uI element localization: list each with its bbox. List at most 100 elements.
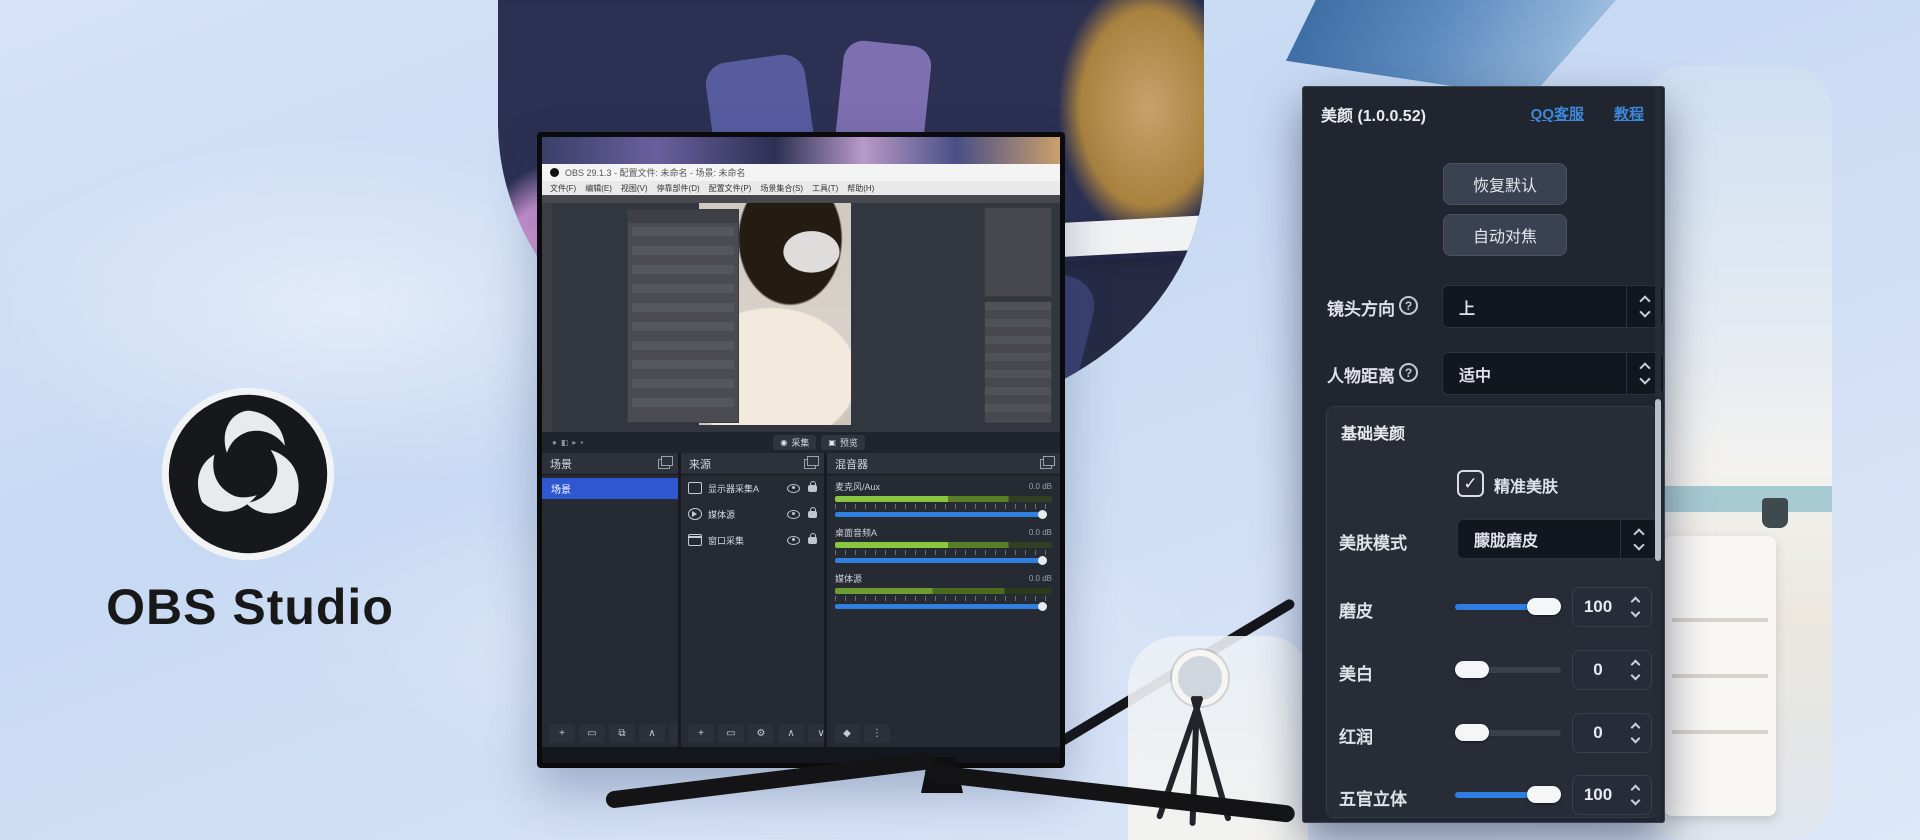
menu-edit[interactable]: 编辑(E) xyxy=(585,183,612,194)
slider-track[interactable] xyxy=(1455,792,1561,798)
value-spinner[interactable]: 100 xyxy=(1572,775,1652,815)
increment-icon[interactable] xyxy=(1630,597,1640,607)
section-title: 基础美颜 xyxy=(1341,420,1405,444)
lock-icon[interactable] xyxy=(808,485,817,492)
mixer-menu-button[interactable]: ⋮ xyxy=(864,724,890,743)
panel-scrollbar xyxy=(1655,87,1661,822)
dock-options-icon[interactable] xyxy=(804,459,816,469)
qq-support-link[interactable]: QQ客服 xyxy=(1531,103,1584,124)
add-source-button[interactable]: + xyxy=(688,724,714,743)
tab-capture[interactable]: ◉ 采集 xyxy=(773,435,816,450)
photoshop-layers-panel xyxy=(627,209,739,423)
restore-defaults-button[interactable]: 恢复默认 xyxy=(1443,163,1567,205)
volume-meter xyxy=(835,588,1052,594)
volume-slider[interactable] xyxy=(835,558,1045,563)
slider-handle[interactable] xyxy=(1527,598,1561,615)
photoshop-toolstrip xyxy=(542,203,552,432)
volume-slider[interactable] xyxy=(835,512,1045,517)
scene-up-button[interactable]: ∧ xyxy=(639,724,665,743)
source-up-button[interactable]: ∧ xyxy=(778,724,804,743)
sources-dock: 来源 显示器采集A 媒体源 xyxy=(681,453,824,747)
lock-icon[interactable] xyxy=(808,511,817,518)
menu-profile[interactable]: 配置文件(P) xyxy=(709,183,752,194)
visibility-icon[interactable] xyxy=(787,536,800,545)
source-row[interactable]: 显示器采集A xyxy=(681,475,824,501)
tutorial-link[interactable]: 教程 xyxy=(1614,103,1644,124)
volume-meter xyxy=(835,542,1052,548)
camera-direction-select[interactable]: 上 xyxy=(1442,285,1664,328)
value-spinner[interactable]: 0 xyxy=(1572,650,1652,690)
source-down-button[interactable]: ∨ xyxy=(808,724,824,743)
menu-scene-collection[interactable]: 场景集合(S) xyxy=(760,183,803,194)
dock-options-icon[interactable] xyxy=(658,459,670,469)
source-row[interactable]: 窗口采集 xyxy=(681,527,824,553)
scene-list-item-selected[interactable]: 场景 xyxy=(542,478,678,499)
decrement-icon[interactable] xyxy=(1630,671,1640,681)
chevron-updown-icon[interactable] xyxy=(1620,520,1657,558)
visibility-icon[interactable] xyxy=(787,484,800,493)
precise-skin-checkbox[interactable]: ✓ xyxy=(1457,470,1484,497)
increment-icon[interactable] xyxy=(1630,660,1640,670)
beauty-filter-panel: 美颜 (1.0.0.52) QQ客服 教程 恢复默认 自动对焦 镜头方向 ? 上… xyxy=(1302,86,1665,823)
mixer-channel: 媒体源 0.0 dB xyxy=(827,567,1060,613)
menu-file[interactable]: 文件(F) xyxy=(550,183,576,194)
whitening-slider-row: 美白 0 xyxy=(1327,650,1656,692)
menu-docks[interactable]: 停靠部件(D) xyxy=(657,183,700,194)
skin-mode-select[interactable]: 朦胧磨皮 xyxy=(1457,519,1658,559)
slider-track[interactable] xyxy=(1455,667,1561,673)
menu-tools[interactable]: 工具(T) xyxy=(812,183,838,194)
slider-handle[interactable] xyxy=(1455,724,1489,741)
scene-filters-button[interactable]: ⧉ xyxy=(609,724,635,743)
scene-down-button[interactable]: ∨ xyxy=(669,724,678,743)
display-capture-icon xyxy=(688,482,702,494)
slider-handle[interactable] xyxy=(1527,786,1561,803)
subject-distance-select[interactable]: 适中 xyxy=(1442,352,1664,395)
slider-track[interactable] xyxy=(1455,730,1561,736)
add-scene-button[interactable]: + xyxy=(549,724,575,743)
volume-slider[interactable] xyxy=(835,604,1045,609)
value-spinner[interactable]: 0 xyxy=(1572,713,1652,753)
audio-mixer-dock: 混音器 麦克风/Aux 0.0 dB xyxy=(827,453,1060,747)
help-icon[interactable]: ? xyxy=(1399,296,1418,315)
volume-meter xyxy=(835,496,1052,502)
increment-icon[interactable] xyxy=(1630,723,1640,733)
remove-scene-button[interactable]: ▭ xyxy=(579,724,605,743)
source-properties-button[interactable]: ⚙ xyxy=(748,724,774,743)
basic-beauty-section: 基础美颜 ✓ 精准美肤 美肤模式 朦胧磨皮 磨皮 100 美白 xyxy=(1326,406,1657,818)
promo-canvas: OBS Studio OBS 29.1.3 - 配置文件: 未命名 - 场景: … xyxy=(0,0,1920,840)
smoothing-slider-row: 磨皮 100 xyxy=(1327,587,1656,629)
slider-handle[interactable] xyxy=(1455,661,1489,678)
menu-help[interactable]: 帮助(H) xyxy=(847,183,874,194)
obs-logo-icon xyxy=(160,386,336,562)
increment-icon[interactable] xyxy=(1630,785,1640,795)
bg-photo-studio xyxy=(1642,66,1832,840)
facial-depth-slider-row: 五官立体 100 xyxy=(1327,775,1656,817)
scenes-toolbar: + ▭ ⧉ ∧ ∨ xyxy=(542,719,678,747)
rosy-slider-row: 红润 0 xyxy=(1327,713,1656,755)
decrement-icon[interactable] xyxy=(1630,734,1640,744)
mixer-channel: 麦克风/Aux 0.0 dB xyxy=(827,475,1060,521)
decrement-icon[interactable] xyxy=(1630,796,1640,806)
value-spinner[interactable]: 100 xyxy=(1572,587,1652,627)
photoshop-toolbar xyxy=(542,195,1060,203)
dock-toolbar-icons: ●◧▸▪ xyxy=(552,438,583,447)
visibility-icon[interactable] xyxy=(787,510,800,519)
obs-dock-toolbar: ●◧▸▪ ◉ 采集 ▣ 预览 xyxy=(542,432,1060,453)
photoshop-side-panel xyxy=(984,207,1052,297)
slider-track[interactable] xyxy=(1455,604,1561,610)
menu-view[interactable]: 视图(V) xyxy=(621,183,648,194)
source-row[interactable]: 媒体源 xyxy=(681,501,824,527)
mixer-config-button[interactable]: ◆ xyxy=(834,724,860,743)
lock-icon[interactable] xyxy=(808,537,817,544)
mixer-channel: 桌面音频A 0.0 dB xyxy=(827,521,1060,567)
check-icon: ✓ xyxy=(1463,475,1477,492)
auto-focus-button[interactable]: 自动对焦 xyxy=(1443,214,1567,256)
remove-source-button[interactable]: ▭ xyxy=(718,724,744,743)
dock-options-icon[interactable] xyxy=(1040,459,1052,469)
decrement-icon[interactable] xyxy=(1630,608,1640,618)
obs-preview-area xyxy=(542,195,1060,432)
tab-preview[interactable]: ▣ 预览 xyxy=(821,435,865,450)
help-icon[interactable]: ? xyxy=(1399,363,1418,382)
scrollbar-thumb[interactable] xyxy=(1655,399,1661,561)
obs-window-title: OBS 29.1.3 - 配置文件: 未命名 - 场景: 未命名 xyxy=(565,166,746,179)
